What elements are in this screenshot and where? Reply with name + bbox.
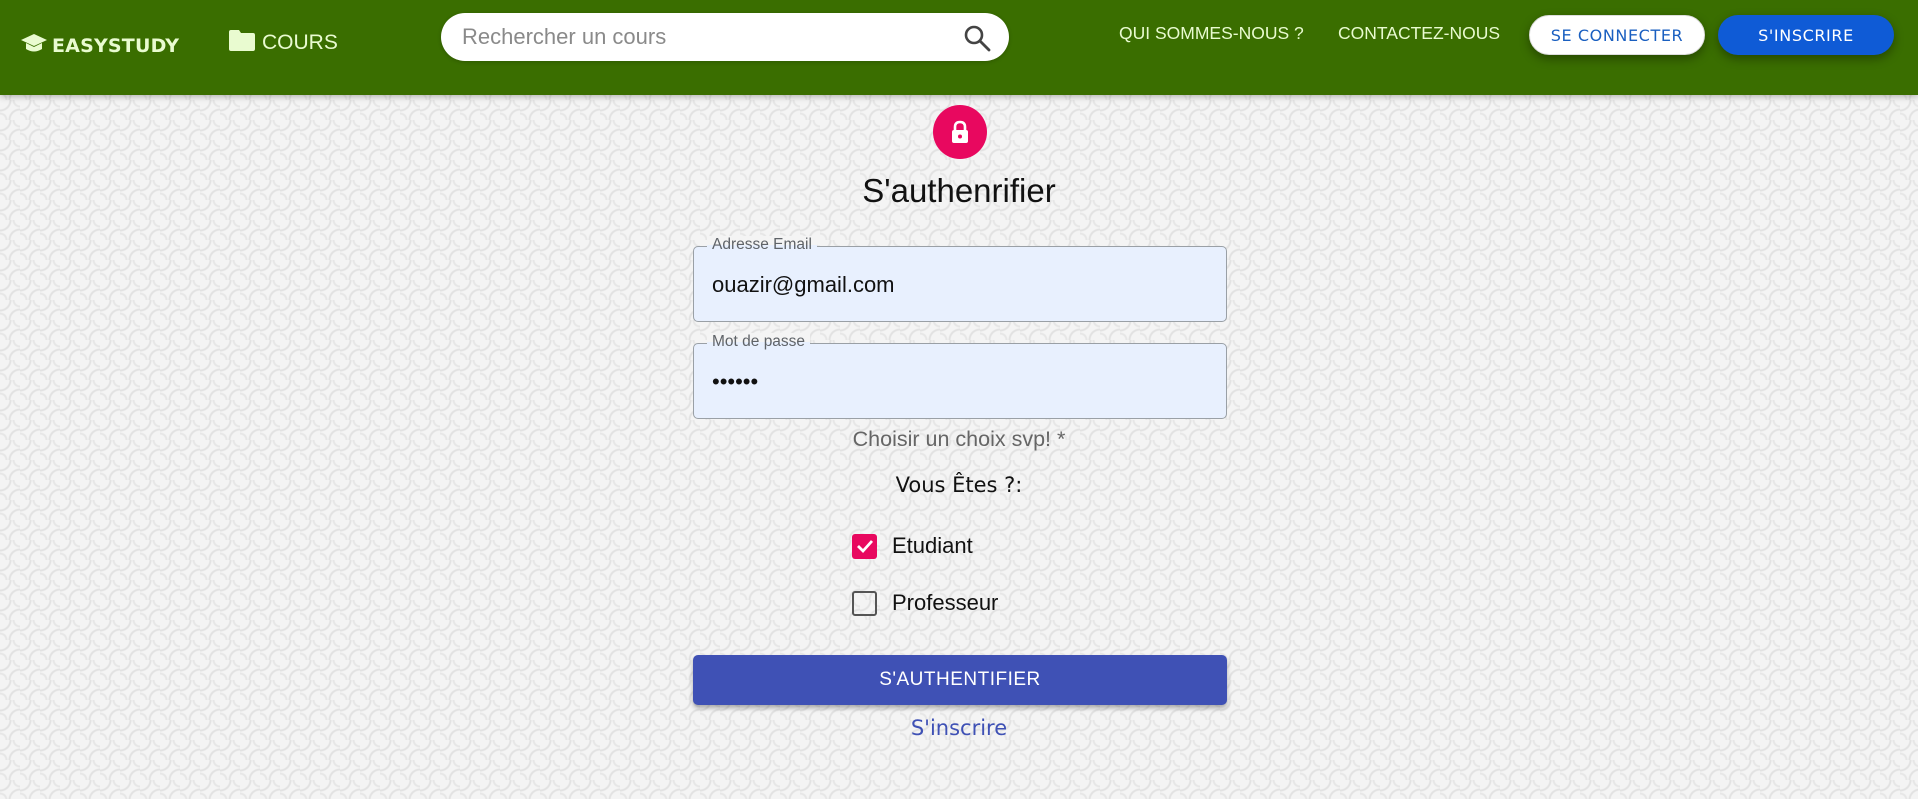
brand-link[interactable]: EASYSTUDY xyxy=(20,31,179,60)
form-title: S'authenrifier xyxy=(862,172,1056,209)
choice-hint: Choisir un choix svp! * xyxy=(852,427,1066,451)
professeur-label: Professeur xyxy=(892,590,999,615)
navbar: EASYSTUDY COURS QUI SOMMES-NOUS ? CONTAC… xyxy=(0,0,1918,95)
nav-about-link[interactable]: QUI SOMMES-NOUS ? xyxy=(1119,23,1304,44)
brand-name: EASYSTUDY xyxy=(52,34,180,57)
authenticate-button[interactable]: S'AUTHENTIFIER xyxy=(693,655,1227,705)
graduation-cap-icon xyxy=(20,31,48,60)
nav-contact-link[interactable]: CONTACTEZ-NOUS xyxy=(1338,23,1500,44)
password-field[interactable] xyxy=(712,344,1212,420)
search-button[interactable] xyxy=(963,24,991,52)
login-button[interactable]: SE CONNECTER xyxy=(1529,15,1705,55)
etudiant-checkbox[interactable] xyxy=(852,533,877,559)
folder-icon xyxy=(228,28,256,58)
search-input[interactable] xyxy=(462,13,942,61)
role-question: Vous Êtes ?: xyxy=(895,473,1023,497)
lock-avatar xyxy=(933,105,987,159)
password-field-container: Mot de passe xyxy=(693,333,1227,420)
email-field-container: Adresse Email xyxy=(693,236,1227,323)
nav-courses-label: COURS xyxy=(262,31,338,54)
signup-link[interactable]: S'inscrire xyxy=(0,716,1918,740)
signup-button[interactable]: S'INSCRIRE xyxy=(1718,15,1894,55)
professeur-checkbox[interactable] xyxy=(852,590,877,616)
option-etudiant[interactable]: Etudiant xyxy=(852,533,973,559)
nav-courses-link[interactable]: COURS xyxy=(228,28,338,58)
lock-icon xyxy=(952,120,968,143)
option-professeur[interactable]: Professeur xyxy=(852,590,998,616)
email-field[interactable] xyxy=(712,247,1212,323)
check-icon xyxy=(856,540,873,554)
search-icon xyxy=(964,25,991,52)
etudiant-label: Etudiant xyxy=(892,533,973,558)
search-bar xyxy=(441,13,1009,61)
